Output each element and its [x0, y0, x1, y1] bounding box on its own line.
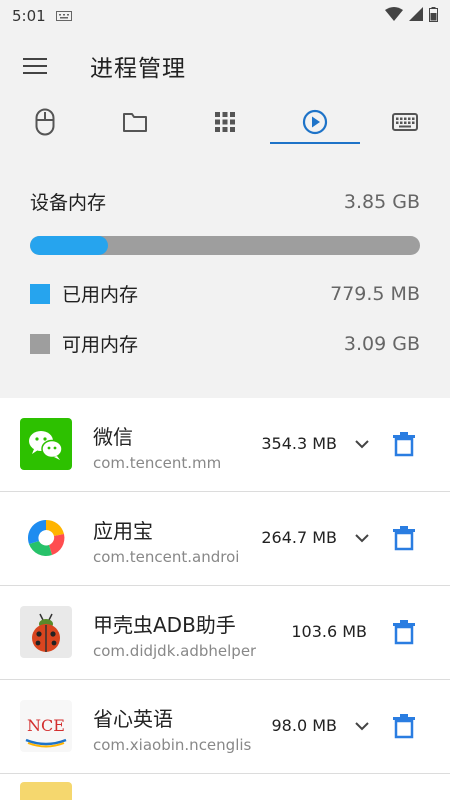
wifi-icon	[385, 7, 403, 25]
tab-files[interactable]	[90, 98, 180, 146]
menu-button[interactable]	[0, 32, 70, 100]
tab-processes[interactable]	[270, 98, 360, 146]
partial-app-icon	[20, 782, 72, 800]
used-legend-swatch	[30, 283, 50, 304]
trash-icon[interactable]	[392, 713, 416, 739]
memory-title: 设备内存	[30, 192, 107, 214]
free-label: 可用内存	[62, 334, 139, 356]
list-item[interactable]	[0, 774, 450, 800]
trash-icon[interactable]	[392, 619, 416, 645]
tab-bar	[0, 98, 450, 146]
nce-icon: NCE	[20, 700, 72, 752]
status-time: 5:01	[12, 7, 46, 25]
app-name: 应用宝	[93, 519, 153, 543]
tab-keyboard[interactable]	[360, 98, 450, 146]
yingyongbao-icon	[20, 512, 72, 564]
nce-icon-text: NCE	[27, 716, 65, 735]
trash-icon[interactable]	[392, 525, 416, 551]
hamburger-icon	[23, 58, 47, 74]
used-label: 已用内存	[62, 284, 139, 306]
signal-icon	[409, 7, 423, 25]
app-bar: 进程管理	[0, 32, 450, 100]
memory-usage-fill	[30, 236, 108, 255]
app-package: com.didjdk.adbhelper	[93, 642, 257, 660]
app-name: 甲壳虫ADB助手	[93, 613, 236, 637]
trash-icon[interactable]	[392, 431, 416, 457]
memory-free-row: 可用内存 3.09 GB	[30, 330, 420, 357]
status-bar: 5:01	[0, 0, 450, 32]
memory-total-row: 设备内存 3.85 GB	[30, 188, 420, 215]
ladybug-icon	[20, 606, 72, 658]
memory-usage-bar	[30, 236, 420, 255]
free-value: 3.09 GB	[343, 332, 420, 355]
folder-icon	[123, 113, 147, 132]
list-item[interactable]: 微信 com.tencent.mm 354.3 MB	[0, 398, 450, 492]
page-title: 进程管理	[90, 56, 186, 82]
chevron-down-icon[interactable]	[352, 528, 372, 548]
list-item[interactable]: 应用宝 com.tencent.androi 264.7 MB	[0, 492, 450, 586]
memory-total-value: 3.85 GB	[343, 190, 420, 213]
mouse-icon	[35, 108, 55, 136]
free-legend-swatch	[30, 333, 50, 354]
tab-apps[interactable]	[180, 98, 270, 146]
app-name: 省心英语	[93, 707, 173, 731]
process-list: 微信 com.tencent.mm 354.3 MB 应用宝 com.tence…	[0, 398, 450, 800]
apps-grid-icon	[215, 112, 235, 132]
battery-icon	[429, 6, 438, 26]
chevron-down-icon[interactable]	[352, 716, 372, 736]
keyboard-icon	[392, 113, 418, 131]
app-memory-size: 264.7 MB	[261, 528, 337, 547]
used-value: 779.5 MB	[330, 282, 420, 305]
app-package: com.xiaobin.ncenglis	[93, 736, 252, 754]
chevron-down-icon[interactable]	[352, 434, 372, 454]
memory-used-row: 已用内存 779.5 MB	[30, 280, 420, 307]
app-memory-size: 98.0 MB	[271, 716, 338, 735]
list-item[interactable]: NCE 省心英语 com.xiaobin.ncenglis 98.0 MB	[0, 680, 450, 774]
app-memory-size: 354.3 MB	[261, 434, 337, 453]
wechat-icon	[20, 418, 72, 470]
app-package: com.tencent.mm	[93, 454, 222, 472]
app-package: com.tencent.androi	[93, 548, 240, 566]
keyboard-notification-icon	[55, 7, 72, 25]
app-name: 微信	[93, 425, 133, 449]
play-circle-icon	[302, 109, 328, 135]
tab-mouse[interactable]	[0, 98, 90, 146]
memory-summary: 设备内存 3.85 GB 已用内存 779.5 MB 可用内存 3.09 GB	[0, 146, 450, 396]
app-memory-size: 103.6 MB	[291, 622, 367, 641]
list-item[interactable]: 甲壳虫ADB助手 com.didjdk.adbhelper 103.6 MB	[0, 586, 450, 680]
